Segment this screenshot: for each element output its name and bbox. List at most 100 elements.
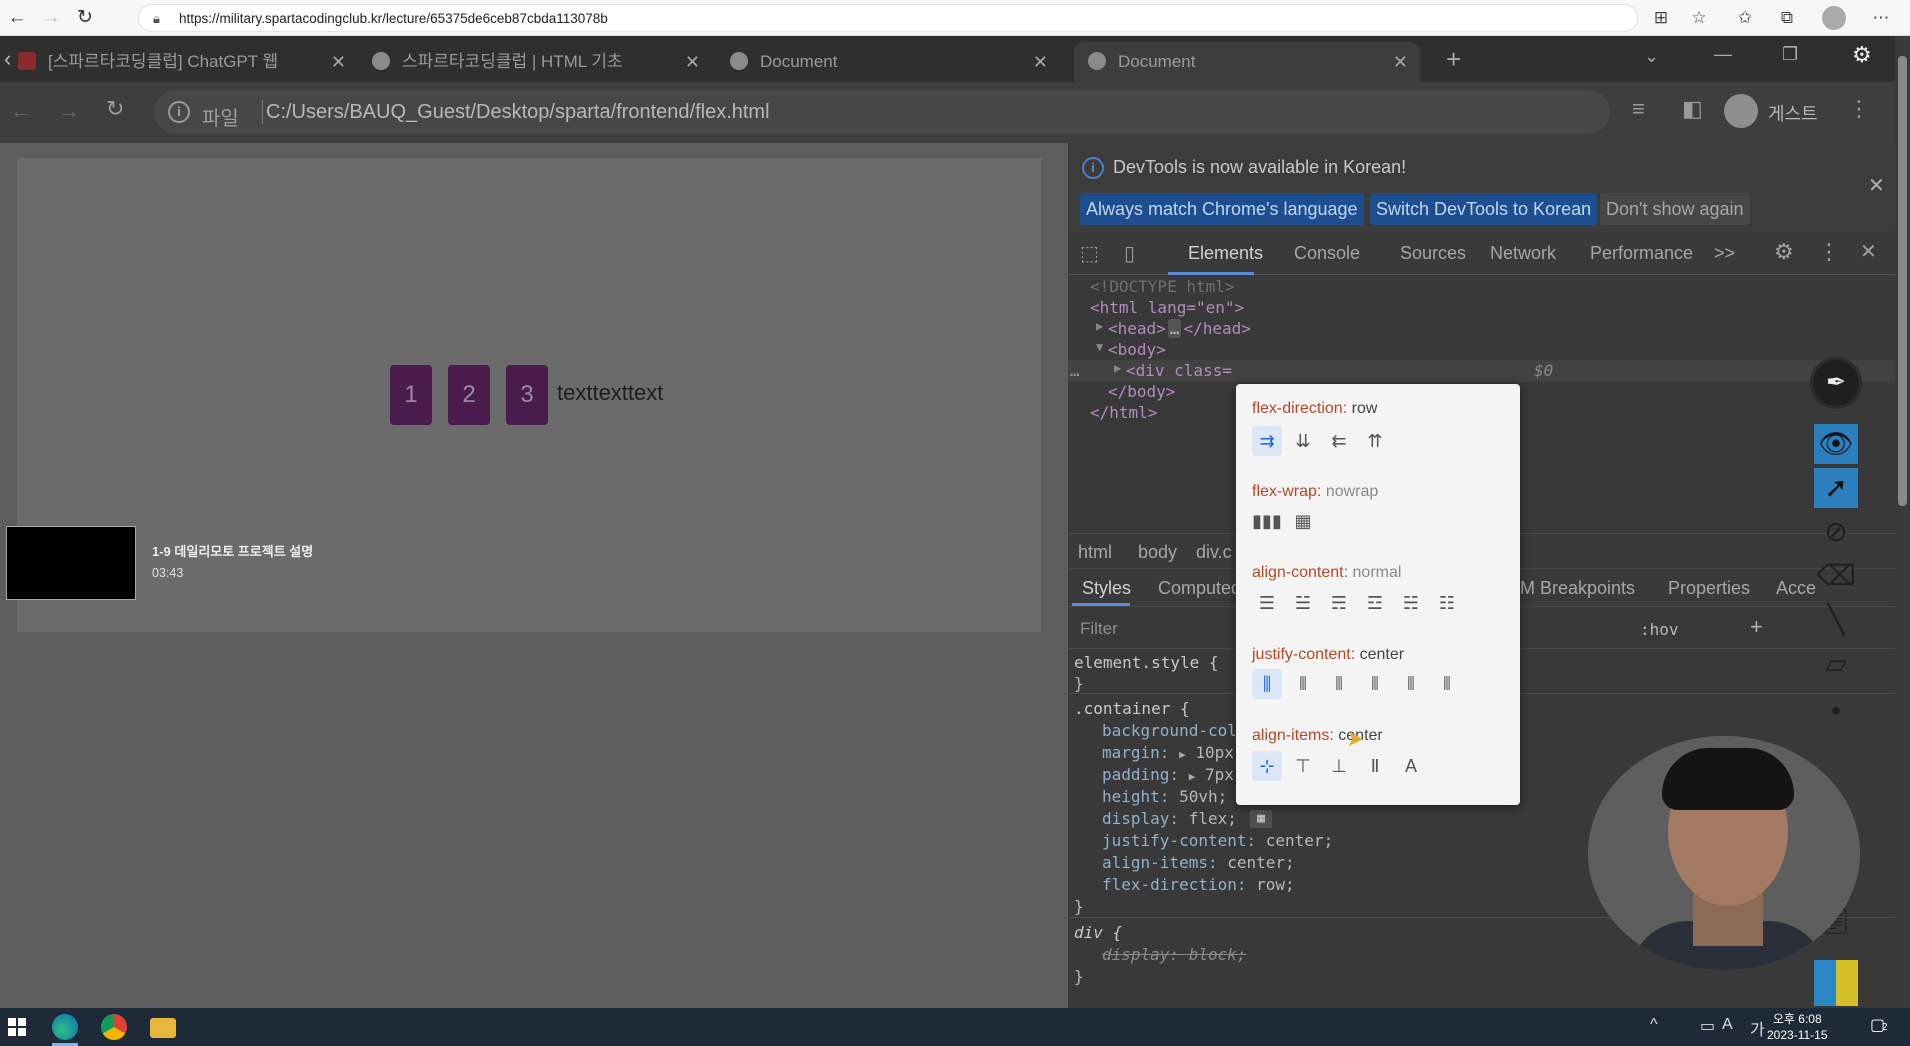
flex-direction-row-reverse-icon[interactable]: ⇇ — [1324, 426, 1354, 456]
tab-styles[interactable]: Styles — [1082, 578, 1131, 599]
align-items-start-icon[interactable]: ⊤ — [1288, 751, 1318, 781]
align-items-stretch-icon[interactable]: Ⅱ — [1360, 751, 1390, 781]
expand-arrow-icon[interactable]: ▶ — [1114, 361, 1121, 375]
close-icon[interactable]: ✕ — [1868, 173, 1885, 198]
dom-html[interactable]: <html lang="en"> — [1090, 298, 1244, 317]
flexbox-editor-icon[interactable]: ▦ — [1250, 810, 1272, 828]
grid-icon[interactable]: ⊞ — [1650, 8, 1672, 28]
expand-arrow-icon[interactable]: ▶ — [1179, 748, 1186, 761]
css-prop-padding[interactable]: padding: — [1102, 765, 1179, 784]
video-title[interactable]: 1-9 데일리모토 프로젝트 설명 — [152, 541, 313, 560]
css-val-justify-content[interactable]: center; — [1266, 831, 1333, 850]
dom-body-close[interactable]: </body> — [1108, 382, 1175, 401]
more-icon[interactable]: ⋯ — [1870, 8, 1892, 28]
align-items-end-icon[interactable]: ⊥ — [1324, 751, 1354, 781]
forward-icon[interactable]: → — [58, 98, 80, 124]
flex-wrap-nowrap-icon[interactable]: ▮▮▮ — [1252, 506, 1282, 536]
css-prop-align-items[interactable]: align-items: — [1102, 853, 1218, 872]
tray-clock[interactable]: 오후 6:08 2023-11-15 — [1767, 1011, 1828, 1043]
device-toggle-icon[interactable]: ▯ — [1124, 241, 1135, 266]
close-icon[interactable]: ✕ — [685, 42, 700, 82]
flex-direction-column-reverse-icon[interactable]: ⇈ — [1360, 426, 1390, 456]
align-items-center-icon[interactable]: ⊹ — [1252, 751, 1282, 781]
settings-icon[interactable]: ⚙ — [1774, 239, 1794, 265]
dom-head[interactable]: <head>… </head> — [1108, 319, 1251, 338]
flex-wrap-wrap-icon[interactable]: ▦ — [1288, 506, 1318, 536]
css-val-height[interactable]: 50vh; — [1179, 787, 1227, 806]
dot-icon[interactable]: ● — [1814, 690, 1858, 730]
refresh-icon[interactable]: ↻ — [74, 7, 96, 29]
tab-performance[interactable]: Performance — [1590, 243, 1693, 264]
pen-tool-icon[interactable]: ✒ — [1810, 357, 1862, 409]
css-val-display[interactable]: flex; — [1189, 809, 1237, 828]
css-prop-margin[interactable]: margin: — [1102, 743, 1169, 762]
align-content-start-icon[interactable]: ☱ — [1288, 588, 1318, 618]
kebab-menu-icon[interactable]: ⋮ — [1818, 239, 1840, 265]
close-icon[interactable]: ✕ — [331, 42, 346, 82]
more-tabs-icon[interactable]: >> — [1714, 243, 1735, 264]
tab-chatgpt[interactable]: [스파르타코딩클럽] ChatGPT 웹 ✕ — [18, 42, 358, 82]
css-prop-background[interactable]: background-col — [1102, 721, 1237, 740]
tab-elements[interactable]: Elements — [1188, 243, 1263, 264]
chrome-icon[interactable] — [101, 1014, 127, 1040]
justify-content-center-icon[interactable]: ⫼ — [1252, 669, 1282, 699]
crumb-body[interactable]: body — [1138, 542, 1177, 563]
justify-content-space-between-icon[interactable]: ⦀ — [1360, 669, 1390, 699]
align-items-baseline-icon[interactable]: A — [1396, 751, 1426, 781]
inspect-element-icon[interactable]: ⬚ — [1080, 241, 1099, 266]
star-add-icon[interactable]: ☆ — [1688, 8, 1710, 28]
ime-icon[interactable]: A — [1722, 1016, 1733, 1034]
eye-icon[interactable]: 👁︎ — [1814, 424, 1858, 464]
container-selector[interactable]: .container { — [1074, 699, 1190, 718]
css-prop-display[interactable]: display: — [1102, 809, 1179, 828]
media-queue-icon[interactable]: ≡ — [1632, 96, 1645, 122]
cursor-icon[interactable]: ➚ — [1814, 468, 1858, 508]
chevron-down-icon[interactable]: ⌄ — [1644, 46, 1659, 67]
outer-address-bar[interactable]: 🔒︎ https://military.spartacodingclub.kr/… — [138, 4, 1638, 32]
expand-arrow-icon[interactable]: ▶ — [1096, 319, 1103, 333]
css-val-margin[interactable]: 10px — [1195, 743, 1234, 762]
collections-icon[interactable]: ⧉ — [1776, 8, 1798, 28]
dont-show-again-button[interactable]: Don't show again — [1600, 193, 1750, 225]
tab-sources[interactable]: Sources — [1400, 243, 1466, 264]
dom-div-container[interactable]: <div class= — [1126, 361, 1232, 380]
align-content-space-between-icon[interactable]: ☵ — [1396, 588, 1426, 618]
scrollbar-thumb[interactable] — [1898, 56, 1907, 506]
avatar[interactable] — [1724, 94, 1758, 128]
css-prop-flex-direction[interactable]: flex-direction: — [1102, 875, 1247, 894]
minimize-icon[interactable]: — — [1714, 44, 1732, 65]
tab-network[interactable]: Network — [1490, 243, 1556, 264]
gear-icon[interactable]: ⚙ — [1852, 42, 1872, 68]
korean-ime-icon[interactable]: 가 — [1750, 1016, 1765, 1040]
hov-toggle[interactable]: :hov — [1640, 620, 1679, 639]
align-content-center-icon[interactable]: ☰ — [1252, 588, 1282, 618]
css-val-flex-direction[interactable]: row; — [1256, 875, 1295, 894]
css-val-align-items[interactable]: center; — [1227, 853, 1294, 872]
match-language-button[interactable]: Always match Chrome's language — [1080, 193, 1364, 225]
tab-document-2-active[interactable]: Document ✕ — [1074, 42, 1420, 82]
justify-content-space-around-icon[interactable]: ⦀ — [1396, 669, 1426, 699]
close-icon[interactable]: ✕ — [1033, 42, 1048, 82]
profile-icon[interactable] — [1822, 6, 1846, 30]
ellipsis[interactable]: … — [1167, 319, 1182, 338]
tab-dom-breakpoints[interactable]: M Breakpoints — [1520, 578, 1635, 599]
close-icon[interactable]: ✕ — [1860, 239, 1877, 264]
chevron-up-icon[interactable]: ^ — [1650, 1016, 1658, 1034]
video-thumbnail[interactable] — [6, 526, 136, 600]
flex-direction-column-icon[interactable]: ⇊ — [1288, 426, 1318, 456]
forward-icon[interactable]: → — [40, 7, 62, 29]
eraser-icon[interactable]: ⌫ — [1814, 556, 1858, 596]
tab-properties[interactable]: Properties — [1668, 578, 1750, 599]
highlighter-icon[interactable]: ▱ — [1814, 644, 1858, 684]
justify-content-end-icon[interactable]: ⫴ — [1324, 669, 1354, 699]
tab-html-basics[interactable]: 스파르타코딩클럽 | HTML 기초 ✕ — [372, 42, 712, 82]
file-explorer-icon[interactable] — [150, 1018, 176, 1038]
row-menu[interactable]: … — [1070, 361, 1080, 380]
windows-start-icon[interactable] — [8, 1018, 26, 1036]
back-icon[interactable]: ← — [10, 98, 32, 124]
kebab-menu-icon[interactable]: ⋮ — [1848, 96, 1870, 122]
collapse-arrow-icon[interactable]: ▼ — [1096, 340, 1103, 354]
profile-label[interactable]: 게스트 — [1768, 100, 1818, 126]
network-icon[interactable]: ▭ — [1700, 1016, 1715, 1036]
vertical-scrollbar[interactable] — [1895, 36, 1910, 1008]
